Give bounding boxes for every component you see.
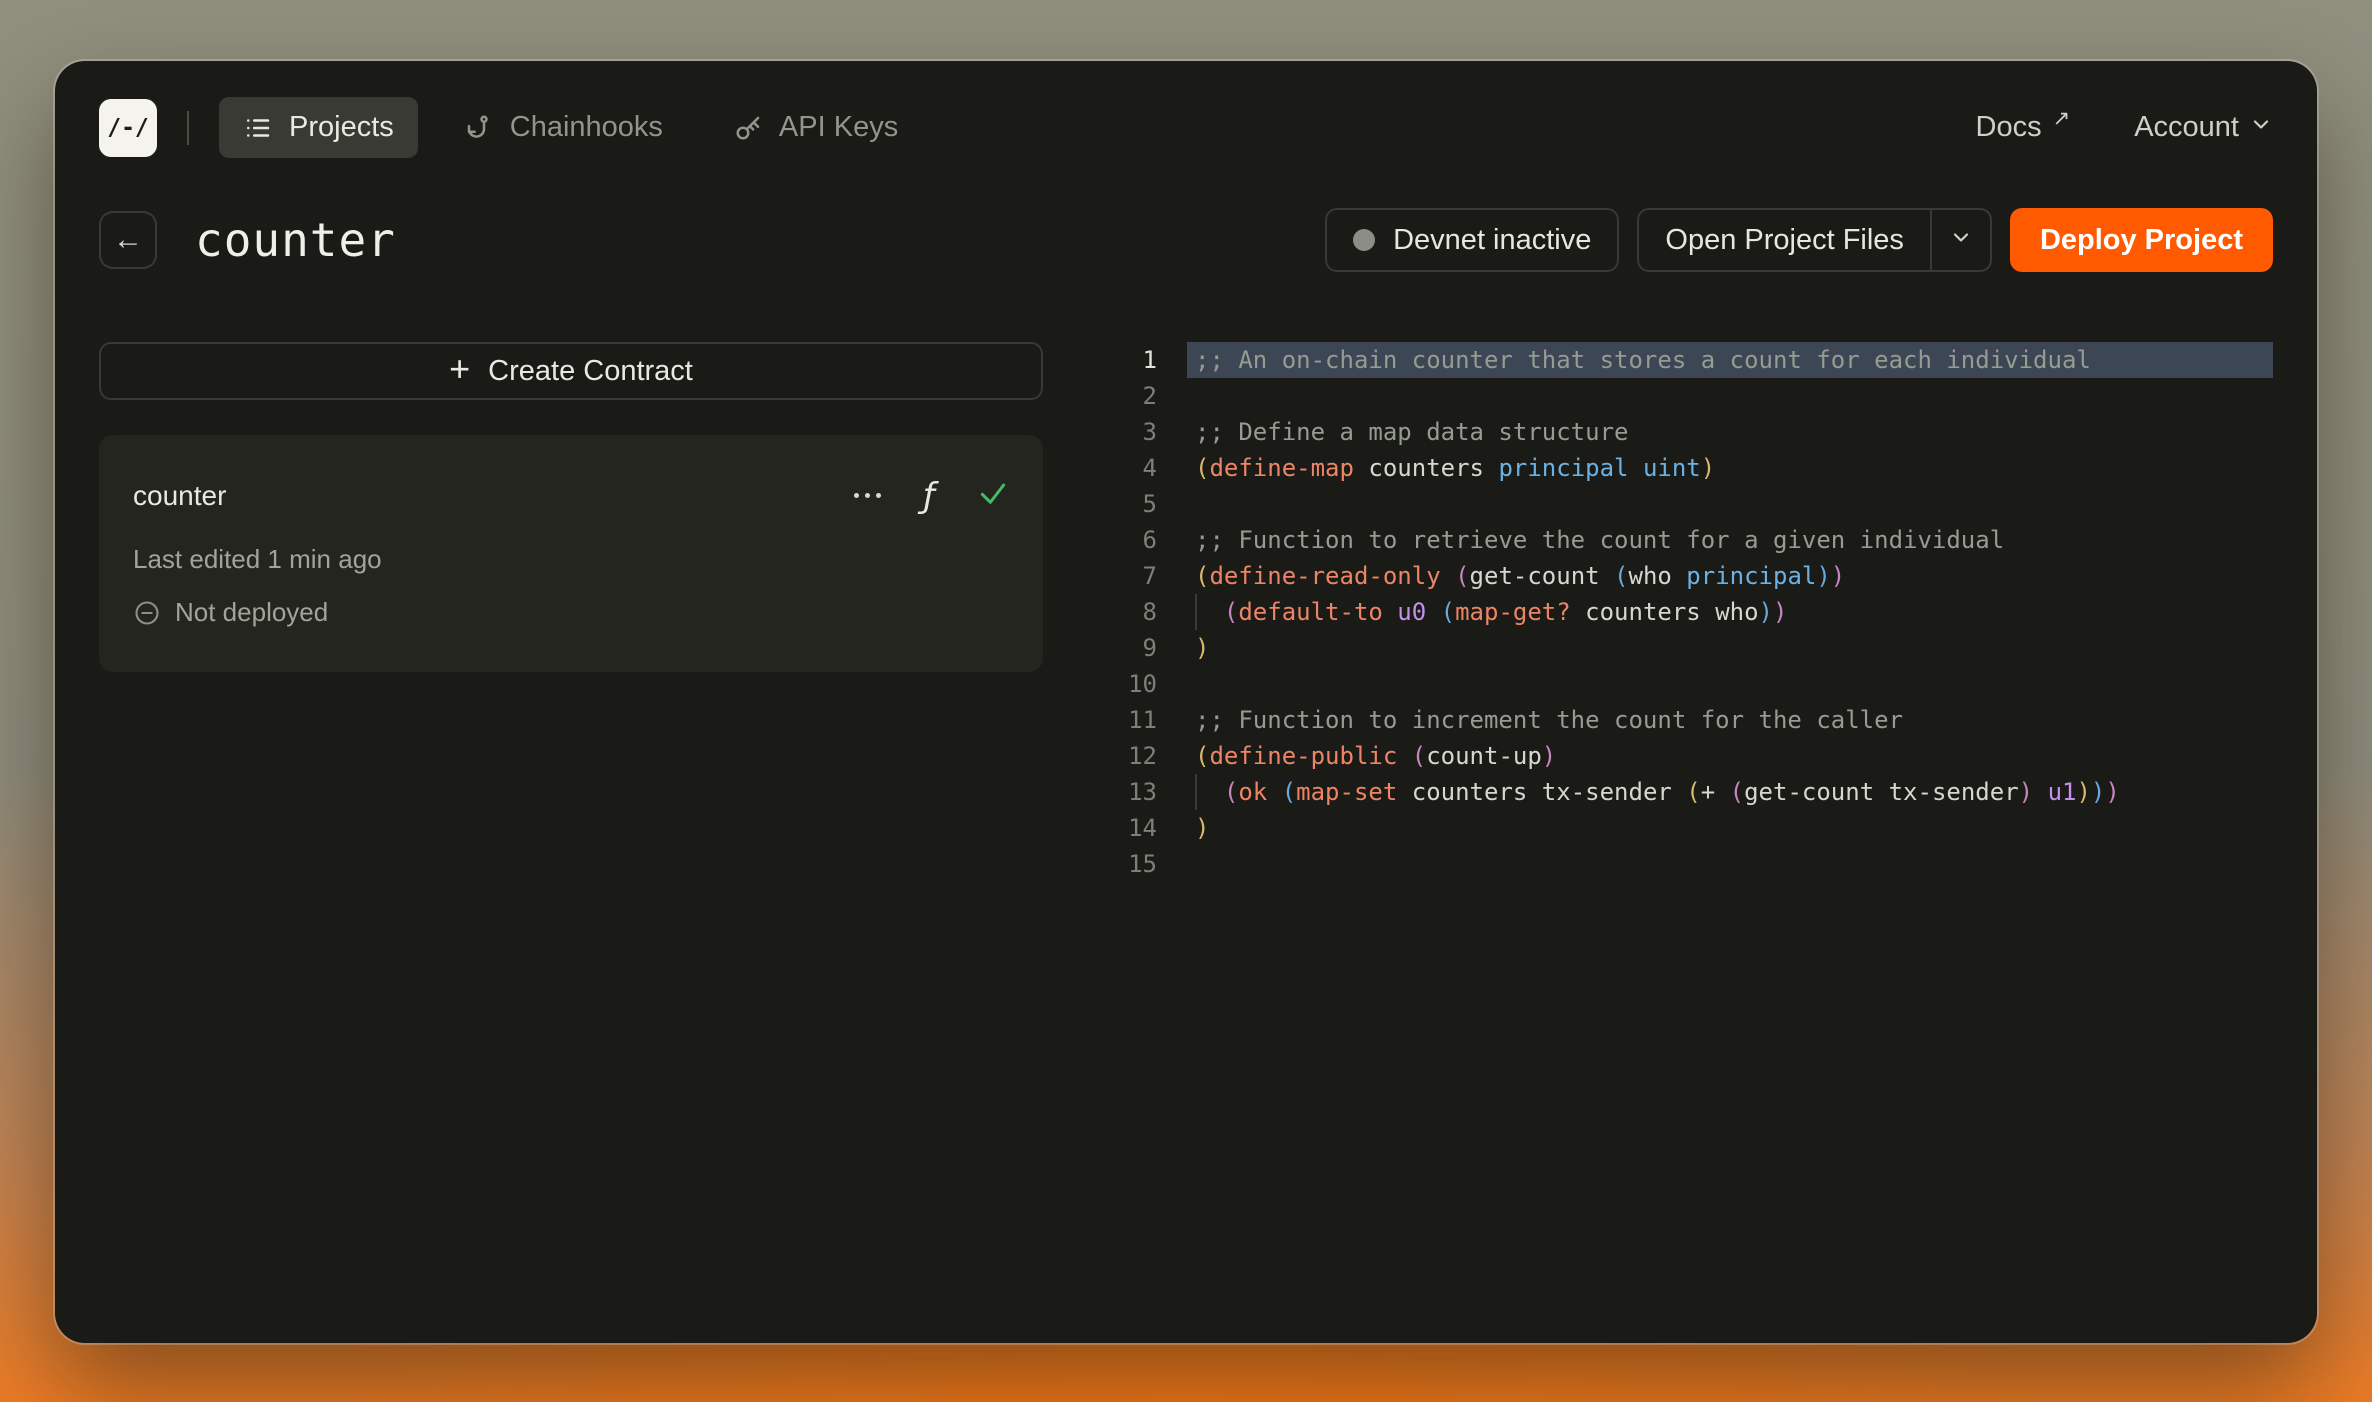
devnet-status-label: Devnet inactive [1393, 223, 1592, 256]
contracts-sidebar: + Create Contract counter ƒ Last edited … [99, 342, 1043, 672]
line-number: 3 [1142, 418, 1157, 446]
code-line[interactable]: 5 [1099, 486, 2273, 522]
code-text: (define-map counters principal uint) [1195, 454, 1716, 482]
code-line[interactable]: 9) [1099, 630, 2273, 666]
key-icon [733, 113, 763, 143]
line-number: 4 [1142, 454, 1157, 482]
code-line[interactable]: 13 (ok (map-set counters tx-sender (+ (g… [1099, 774, 2273, 810]
tab-projects[interactable]: Projects [219, 97, 418, 158]
contract-name: counter [133, 479, 227, 511]
nav-divider [187, 110, 189, 145]
code-text: ;; An on-chain counter that stores a cou… [1187, 342, 2273, 378]
chainhook-icon [464, 113, 494, 143]
code-text: (define-read-only (get-count (who princi… [1195, 562, 1846, 590]
circle-minus-icon [135, 600, 159, 625]
account-menu[interactable]: Account [2134, 111, 2273, 144]
back-button[interactable]: ← [99, 211, 157, 269]
code-text: (default-to u0 (map-get? counters who)) [1187, 594, 2273, 630]
code-line-active[interactable]: 1 ;; An on-chain counter that stores a co… [1099, 342, 2273, 378]
line-number: 12 [1128, 742, 1157, 770]
code-line[interactable]: 3 ;; Define a map data structure [1099, 414, 2273, 450]
code-text: ;; Define a map data structure [1195, 418, 1629, 446]
code-line[interactable]: 10 [1099, 666, 2273, 702]
line-number: 13 [1128, 778, 1157, 806]
function-icon[interactable]: ƒ [923, 479, 935, 513]
code-line[interactable]: 14) [1099, 810, 2273, 846]
code-line[interactable]: 7 (define-read-only (get-count (who princ… [1099, 558, 2273, 594]
list-icon [243, 113, 273, 143]
app-window: /-/ Projects Chainhooks API Keys Docs ↗ … [55, 61, 2317, 1343]
line-number: 7 [1142, 562, 1157, 590]
code-text: (ok (map-set counters tx-sender (+ (get-… [1187, 774, 2273, 810]
tab-api-keys[interactable]: API Keys [709, 97, 922, 158]
tab-label: Projects [289, 111, 394, 143]
line-number: 14 [1128, 814, 1157, 842]
tab-label: Chainhooks [509, 111, 663, 143]
top-nav: /-/ Projects Chainhooks API Keys Docs ↗ … [55, 61, 2317, 158]
contract-last-edited: Last edited 1 min ago [133, 544, 382, 574]
check-valid-icon [977, 477, 1009, 514]
devnet-status-button[interactable]: Devnet inactive [1325, 208, 1620, 272]
more-options-button[interactable] [854, 487, 882, 504]
code-text: ;; Function to increment the count for t… [1195, 706, 1904, 734]
line-number: 8 [1142, 598, 1157, 626]
create-contract-label: Create Contract [488, 354, 693, 387]
line-number: 15 [1128, 850, 1157, 878]
header-actions: Devnet inactive Open Project Files Deplo… [1325, 208, 2273, 272]
main-content: + Create Contract counter ƒ Last edited … [55, 272, 2317, 882]
devnet-status-dot-icon [1353, 229, 1376, 251]
page-title: counter [195, 213, 396, 267]
plus-icon: + [449, 348, 471, 389]
code-line[interactable]: 8 (default-to u0 (map-get? counters who)… [1099, 594, 2273, 630]
docs-label: Docs [1975, 111, 2042, 143]
contract-card-header: counter ƒ [133, 477, 1009, 514]
open-project-files-label: Open Project Files [1665, 223, 1904, 256]
line-number: 1 [1142, 346, 1157, 374]
tab-label: API Keys [778, 111, 899, 143]
line-number: 11 [1128, 706, 1157, 734]
chevron-down-icon [1949, 224, 1973, 257]
arrow-left-icon: ← [113, 223, 143, 256]
code-line[interactable]: 11 ;; Function to increment the count for… [1099, 702, 2273, 738]
line-number: 5 [1142, 490, 1157, 518]
contract-deploy-status: Not deployed [133, 597, 1009, 628]
line-number: 6 [1142, 526, 1157, 554]
create-contract-button[interactable]: + Create Contract [99, 342, 1043, 400]
code-line[interactable]: 2 [1099, 378, 2273, 414]
open-project-files-main[interactable]: Open Project Files [1639, 210, 1930, 270]
external-link-icon: ↗ [2052, 107, 2071, 130]
code-text: ) [1195, 634, 1210, 662]
code-line[interactable]: 6 ;; Function to retrieve the count for a… [1099, 522, 2273, 558]
code-line[interactable]: 12 (define-public (count-up) [1099, 738, 2273, 774]
nav-tabs: Projects Chainhooks API Keys [219, 97, 922, 158]
contract-card[interactable]: counter ƒ Last edited 1 min ago Not depl… [99, 435, 1043, 672]
open-project-files-dropdown[interactable] [1929, 210, 1990, 270]
code-text: (define-public (count-up) [1195, 742, 1557, 770]
deploy-status-label: Not deployed [175, 597, 329, 627]
code-editor[interactable]: 1 ;; An on-chain counter that stores a co… [1099, 342, 2273, 882]
account-label: Account [2134, 111, 2239, 143]
line-number: 9 [1142, 634, 1157, 662]
page-header: ← counter Devnet inactive Open Project F… [55, 158, 2317, 272]
line-number: 10 [1128, 670, 1157, 698]
code-text: ) [1195, 814, 1210, 842]
line-number: 2 [1142, 382, 1157, 410]
chevron-down-icon [2249, 111, 2273, 144]
code-line[interactable]: 15 [1099, 846, 2273, 882]
open-project-files-button: Open Project Files [1637, 208, 1992, 272]
code-text: ;; Function to retrieve the count for a … [1195, 526, 2005, 554]
contract-card-actions: ƒ [854, 477, 1009, 514]
app-logo[interactable]: /-/ [99, 98, 157, 157]
code-line[interactable]: 4 (define-map counters principal uint) [1099, 450, 2273, 486]
app-logo-text: /-/ [107, 114, 149, 141]
deploy-project-button[interactable]: Deploy Project [2009, 208, 2273, 272]
tab-chainhooks[interactable]: Chainhooks [440, 97, 687, 158]
docs-link[interactable]: Docs ↗ [1975, 107, 2071, 144]
nav-right: Docs ↗ Account [1975, 107, 2273, 144]
